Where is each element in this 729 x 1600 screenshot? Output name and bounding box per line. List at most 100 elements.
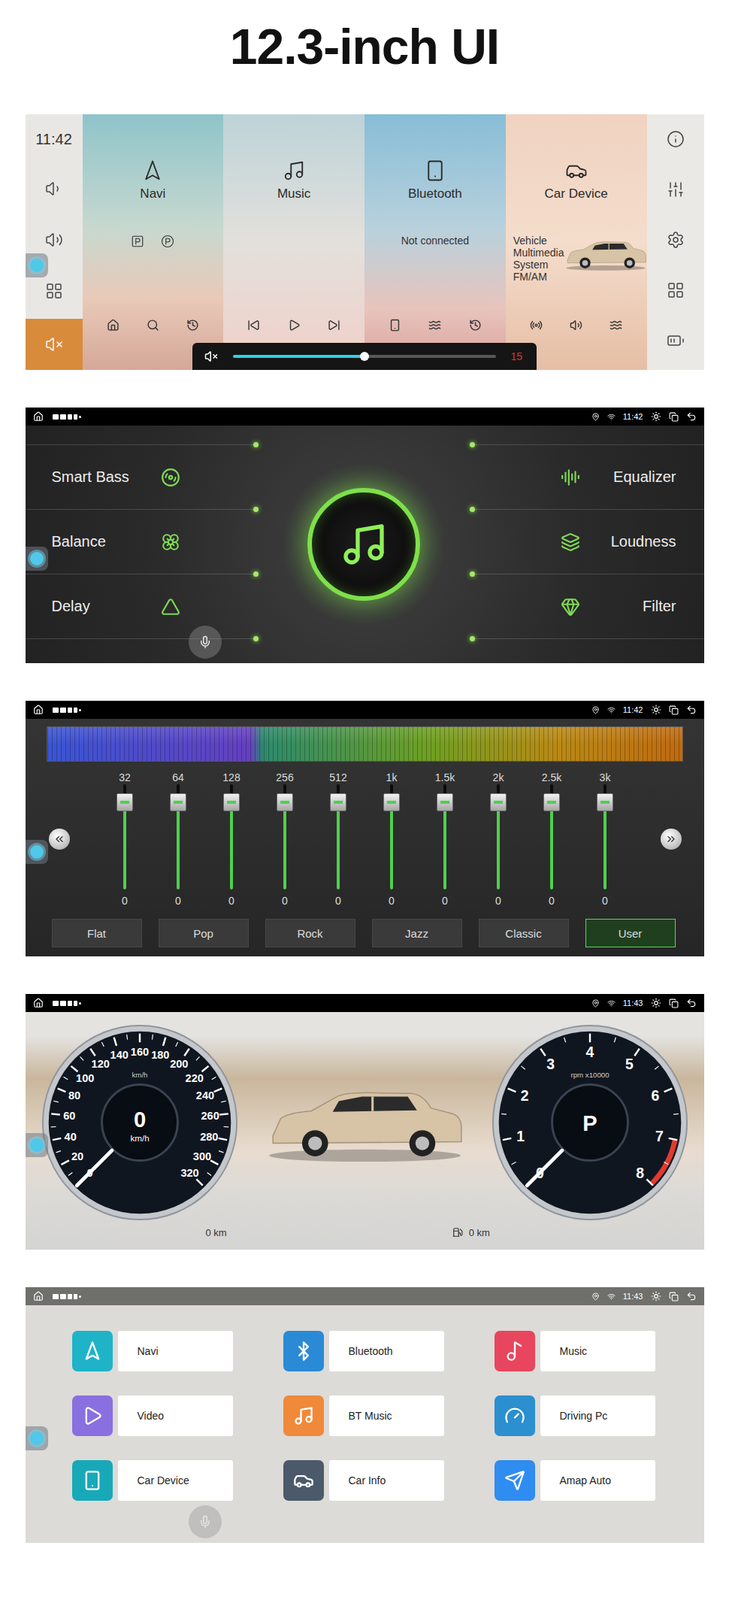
recent-apps-icon[interactable] <box>668 704 679 715</box>
slider-knob[interactable] <box>329 792 347 811</box>
audio-menu-item[interactable]: Equalizer <box>471 444 705 510</box>
slider-knob[interactable] <box>436 792 454 811</box>
back-icon[interactable] <box>686 411 697 422</box>
home-card[interactable]: BluetoothNot connected <box>364 114 506 370</box>
band-slider[interactable] <box>275 783 294 890</box>
slider-knob[interactable] <box>276 792 294 811</box>
band-slider[interactable] <box>115 783 134 890</box>
app-label[interactable]: Navi <box>117 1330 233 1371</box>
assistive-button[interactable] <box>25 1425 49 1450</box>
brightness-icon[interactable] <box>650 704 662 715</box>
audio-waves-icon[interactable] <box>609 318 623 332</box>
brightness-icon[interactable] <box>650 1290 662 1301</box>
audio-menu-item[interactable]: Filter <box>471 574 705 639</box>
band-slider[interactable] <box>222 783 241 890</box>
preset-button[interactable]: Classic <box>478 918 569 947</box>
app-label[interactable]: Driving Pc <box>540 1394 656 1436</box>
speaker-icon[interactable] <box>569 318 583 332</box>
slider-knob[interactable] <box>490 792 507 811</box>
app-item[interactable]: Music <box>494 1330 656 1371</box>
preset-button[interactable]: Rock <box>265 918 356 947</box>
home-icon[interactable] <box>33 411 44 422</box>
preset-button[interactable]: Flat <box>51 918 143 947</box>
app-item[interactable]: Amap Auto <box>494 1459 656 1501</box>
app-tile[interactable] <box>72 1459 113 1501</box>
parking-sensor-icon[interactable] <box>130 234 145 249</box>
apps-icon[interactable] <box>666 281 685 300</box>
music-orb[interactable] <box>281 461 447 627</box>
slider-knob[interactable] <box>596 792 614 811</box>
home-icon[interactable] <box>33 997 44 1008</box>
app-tile[interactable] <box>72 1330 113 1371</box>
band-slider[interactable] <box>595 783 615 890</box>
slider-knob[interactable] <box>116 792 134 811</box>
voice-button[interactable] <box>188 625 222 659</box>
call-history-icon[interactable] <box>468 318 482 332</box>
app-label[interactable]: Video <box>117 1394 233 1436</box>
home-card[interactable]: Navi <box>82 114 224 370</box>
mute-icon[interactable] <box>204 349 218 363</box>
band-slider[interactable] <box>542 783 561 890</box>
mute-button[interactable] <box>25 318 83 370</box>
app-tile[interactable] <box>283 1330 324 1371</box>
volume-down-icon[interactable] <box>45 179 64 198</box>
band-slider[interactable] <box>382 783 401 890</box>
app-tile[interactable] <box>494 1330 536 1371</box>
app-tile[interactable] <box>283 1459 324 1501</box>
volume-slider[interactable] <box>232 354 497 358</box>
audio-menu-item[interactable]: Balance <box>25 509 257 575</box>
preset-button[interactable]: Jazz <box>372 918 463 947</box>
home-icon[interactable] <box>33 704 44 715</box>
slider-knob[interactable] <box>359 351 370 361</box>
next-page-button[interactable] <box>660 828 682 850</box>
app-tile[interactable] <box>494 1394 536 1436</box>
car-info-icon[interactable] <box>666 130 685 149</box>
app-label[interactable]: Car Info <box>329 1459 445 1501</box>
app-label[interactable]: Music <box>540 1330 656 1371</box>
assistive-button[interactable] <box>25 839 49 864</box>
band-slider[interactable] <box>169 783 188 890</box>
back-icon[interactable] <box>686 704 697 715</box>
app-item[interactable]: Bluetooth <box>283 1330 445 1371</box>
app-label[interactable]: Amap Auto <box>540 1459 656 1501</box>
assistive-button[interactable] <box>25 253 49 278</box>
app-item[interactable]: BT Music <box>283 1394 445 1436</box>
slider-knob[interactable] <box>223 792 240 811</box>
audio-menu-item[interactable]: Delay <box>25 574 257 639</box>
recent-apps-icon[interactable] <box>668 998 679 1008</box>
radio-icon[interactable] <box>529 318 543 332</box>
brightness-icon[interactable] <box>650 997 662 1008</box>
app-label[interactable]: BT Music <box>329 1394 445 1436</box>
brightness-icon[interactable] <box>650 411 662 422</box>
app-label[interactable]: Bluetooth <box>329 1330 445 1371</box>
parking-camera-icon[interactable] <box>160 234 175 249</box>
recent-apps-icon[interactable] <box>668 1291 679 1301</box>
app-item[interactable]: Driving Pc <box>494 1394 656 1436</box>
slider-knob[interactable] <box>169 792 187 811</box>
volume-up-icon[interactable] <box>45 230 64 249</box>
back-icon[interactable] <box>686 1290 697 1301</box>
search-icon[interactable] <box>146 318 160 332</box>
recent-apps-icon[interactable] <box>668 411 679 422</box>
slider-knob[interactable] <box>543 792 560 811</box>
audio-menu-item[interactable]: Smart Bass <box>25 444 257 510</box>
band-slider[interactable] <box>329 783 348 890</box>
next-icon[interactable] <box>327 318 341 332</box>
phone-icon[interactable] <box>388 318 402 332</box>
previous-page-button[interactable] <box>48 828 70 850</box>
apps-icon[interactable] <box>45 281 64 300</box>
assistive-button[interactable] <box>25 546 49 571</box>
preset-button[interactable]: User <box>585 918 676 947</box>
app-tile[interactable] <box>494 1459 536 1501</box>
app-tile[interactable] <box>72 1394 113 1436</box>
app-label[interactable]: Car Device <box>117 1459 233 1501</box>
home-card[interactable]: Music <box>223 114 365 370</box>
band-slider[interactable] <box>435 783 454 890</box>
settings-icon[interactable] <box>666 230 685 249</box>
back-icon[interactable] <box>686 997 697 1008</box>
home-icon[interactable] <box>106 318 120 332</box>
slider-knob[interactable] <box>383 792 400 811</box>
band-slider[interactable] <box>489 783 508 890</box>
preset-button[interactable]: Pop <box>158 918 249 947</box>
app-item[interactable]: Video <box>72 1394 233 1436</box>
